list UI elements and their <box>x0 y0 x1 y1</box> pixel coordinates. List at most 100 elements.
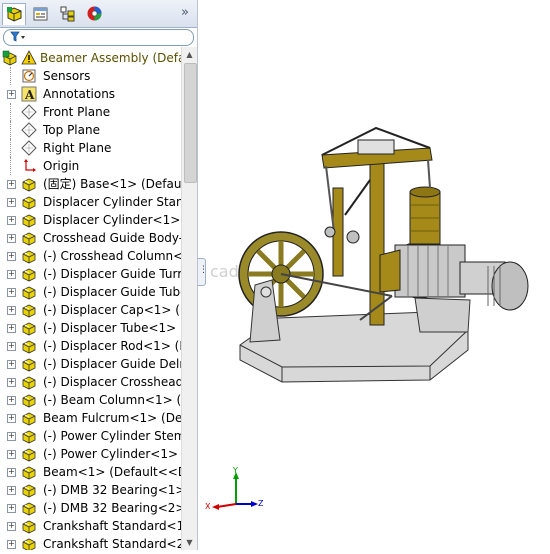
tree-item[interactable]: + (-) Beam Column<1> (D <box>0 391 181 409</box>
tree-item[interactable]: + (-) Displacer Crosshead <box>0 373 181 391</box>
expand-toggle-icon[interactable]: + <box>7 198 16 207</box>
feature-manager-panel: » Beamer Assembly (Defa Sensors + A Annotat… <box>0 0 198 550</box>
expand-toggle-icon[interactable]: + <box>7 396 16 405</box>
tree-item-label: Annotations <box>43 87 116 101</box>
tree-item[interactable]: + (-) DMB 32 Bearing<1> <box>0 481 181 499</box>
assembly-icon <box>2 50 17 66</box>
tree-item[interactable]: + (-) DMB 32 Bearing<2> <box>0 499 181 517</box>
expand-toggle-icon[interactable]: + <box>7 450 16 459</box>
tree-item-label: (-) Displacer Guide Turr <box>43 267 181 281</box>
tree-item[interactable]: + Crankshaft Standard<2 <box>0 535 181 550</box>
expand-toggle-icon[interactable]: + <box>7 342 16 351</box>
tree-item[interactable]: Top Plane <box>0 121 181 139</box>
expand-toggle-icon[interactable]: + <box>7 234 16 243</box>
tree-item-label: (-) Power Cylinder Stem <box>43 429 181 443</box>
expand-toggle-icon[interactable]: + <box>7 252 16 261</box>
part-icon <box>22 430 36 444</box>
tree-item-label: (-) Displacer Rod<1> (D <box>43 339 181 353</box>
part-icon <box>22 286 36 300</box>
tree-item[interactable]: + (-) Power Cylinder<1> ( <box>0 445 181 463</box>
tree-item-label: Front Plane <box>43 105 111 119</box>
reference-triad: Y Z X <box>205 466 265 514</box>
panel-collapse-handle[interactable]: ⋮ <box>198 258 208 286</box>
expand-toggle-icon[interactable]: + <box>7 306 16 315</box>
tab-display-manager[interactable] <box>83 3 107 25</box>
part-icon <box>22 214 36 228</box>
scroll-thumb[interactable] <box>184 63 197 183</box>
tree-item-label: Crankshaft Standard<1 <box>43 519 181 533</box>
tree-item[interactable]: + Beam<1> (Default<<De <box>0 463 181 481</box>
y-axis-label: Y <box>233 466 238 475</box>
expand-toggle-icon[interactable]: + <box>7 414 16 423</box>
tree-item-label: Beam<1> (Default<<De <box>43 465 181 479</box>
more-tabs-button[interactable]: » <box>181 5 189 20</box>
expand-toggle-icon[interactable]: + <box>7 468 16 477</box>
expand-toggle-icon[interactable]: + <box>7 504 16 513</box>
expand-toggle-icon[interactable]: + <box>7 288 16 297</box>
expand-toggle-icon[interactable]: + <box>7 216 16 225</box>
tree-item-label: (固定) Base<1> (Default <box>43 177 181 191</box>
part-icon <box>22 358 36 372</box>
part-icon <box>22 232 36 246</box>
part-icon <box>22 412 36 426</box>
tab-feature-manager[interactable] <box>2 3 26 25</box>
tree-item[interactable]: Sensors <box>0 67 181 85</box>
tree-item-label: Crosshead Guide Body- <box>43 231 181 245</box>
tab-property-manager[interactable] <box>29 3 53 25</box>
tree-connector-line <box>10 67 12 85</box>
part-icon <box>22 502 36 516</box>
plane-icon <box>21 140 37 156</box>
tree-vertical-scrollbar[interactable]: ▲ ▼ <box>181 47 197 550</box>
tree-item[interactable]: Right Plane <box>0 139 181 157</box>
expand-toggle-icon[interactable]: + <box>7 180 16 189</box>
part-icon <box>22 250 36 264</box>
expand-toggle-icon[interactable]: + <box>7 324 16 333</box>
tree-item-label: Displacer Cylinder Stanc <box>43 195 181 209</box>
x-axis-label: X <box>205 502 211 511</box>
tab-configuration-manager[interactable] <box>56 3 80 25</box>
expand-toggle-icon[interactable]: + <box>7 378 16 387</box>
tree-item[interactable]: + (-) Displacer Cap<1> (D <box>0 301 181 319</box>
tree-item[interactable]: + Displacer Cylinder<1> ( <box>0 211 181 229</box>
tree-item[interactable]: Front Plane <box>0 103 181 121</box>
display-manager-icon <box>87 6 102 21</box>
tree-item[interactable]: + (-) Displacer Guide Turr <box>0 265 181 283</box>
tree-item-label: Displacer Cylinder<1> ( <box>43 213 181 227</box>
feature-tree: Beamer Assembly (Defa Sensors + A Annotatio… <box>0 47 181 550</box>
tree-item[interactable]: + A Annotations <box>0 85 181 103</box>
warning-icon <box>21 50 37 65</box>
expand-toggle-icon[interactable]: + <box>7 522 16 531</box>
tree-item[interactable]: + (-) Displacer Rod<1> (D <box>0 337 181 355</box>
tree-item[interactable]: + (-) Displacer Guide Delr <box>0 355 181 373</box>
tree-item[interactable]: + (-) Power Cylinder Stem <box>0 427 181 445</box>
tree-item[interactable]: Origin <box>0 157 181 175</box>
tree-connector-line <box>10 157 12 175</box>
tree-item-label: Right Plane <box>43 141 112 155</box>
tree-item[interactable]: + (-) Crosshead Column< <box>0 247 181 265</box>
scroll-down-arrow-icon[interactable]: ▼ <box>183 536 196 549</box>
tree-item[interactable]: + Displacer Cylinder Stanc <box>0 193 181 211</box>
tree-item[interactable]: + Beam Fulcrum<1> (Defa <box>0 409 181 427</box>
z-axis-label: Z <box>258 499 264 508</box>
expand-toggle-icon[interactable]: + <box>7 432 16 441</box>
scroll-up-arrow-icon[interactable]: ▲ <box>183 48 196 61</box>
tree-item-label: (-) Power Cylinder<1> ( <box>43 447 181 461</box>
tree-item[interactable]: + (-) Displacer Tube<1> ( <box>0 319 181 337</box>
tree-item[interactable]: + (-) Displacer Guide Tube <box>0 283 181 301</box>
property-manager-icon <box>33 7 48 21</box>
tree-item-label: (-) Displacer Cap<1> (D <box>43 303 181 317</box>
tree-item[interactable]: + Crankshaft Standard<1 <box>0 517 181 535</box>
expand-toggle-icon[interactable]: + <box>7 270 16 279</box>
tree-item[interactable]: + (固定) Base<1> (Default <box>0 175 181 193</box>
expand-toggle-icon[interactable]: + <box>7 486 16 495</box>
expand-toggle-icon[interactable]: + <box>7 540 16 549</box>
tree-item[interactable]: + Crosshead Guide Body- <box>0 229 181 247</box>
expand-toggle-icon[interactable]: + <box>7 90 16 99</box>
filter-input[interactable] <box>3 29 194 46</box>
expand-toggle-icon[interactable]: + <box>7 360 16 369</box>
collapse-arrow-icon: ⋮ <box>199 265 208 275</box>
part-icon <box>22 268 36 282</box>
tree-root-assembly[interactable]: Beamer Assembly (Defa <box>0 49 181 67</box>
tree-item-label: (-) Displacer Crosshead <box>43 375 181 389</box>
sensors-icon <box>22 69 36 83</box>
